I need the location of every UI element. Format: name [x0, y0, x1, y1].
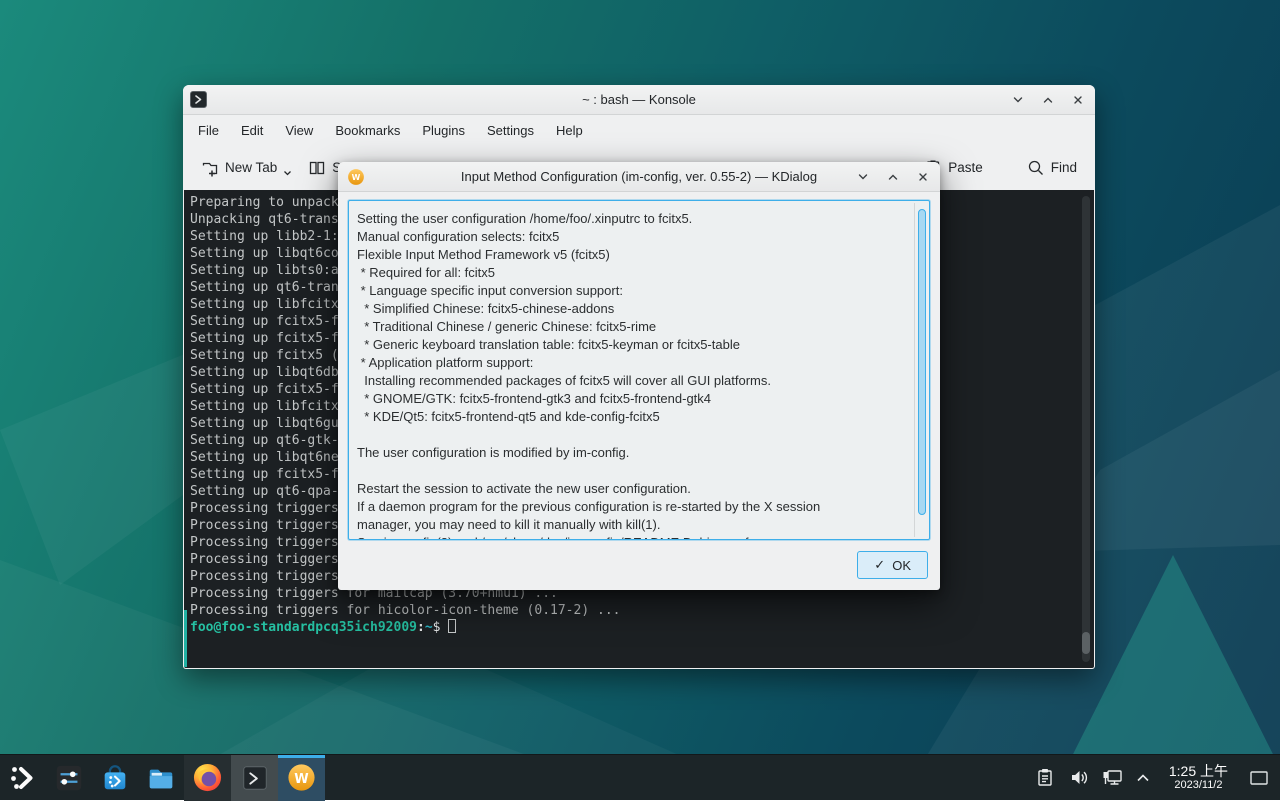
ok-button[interactable]: ✓ OK	[857, 551, 928, 579]
kdialog-w-icon: W	[286, 762, 317, 793]
check-icon: ✓	[874, 557, 885, 573]
dialog-message-line	[357, 426, 905, 444]
discover-icon	[100, 763, 130, 793]
dolphin-file-manager-icon	[146, 763, 176, 793]
paste-label: Paste	[948, 160, 983, 175]
dialog-message-line: If a daemon program for the previous con…	[357, 498, 905, 516]
prompt-directory: ~	[425, 620, 433, 635]
dialog-message-line	[357, 462, 905, 480]
dolphin-button[interactable]	[138, 755, 184, 801]
dialog-message-text: Setting the user configuration /home/foo…	[349, 201, 905, 540]
discover-button[interactable]	[92, 755, 138, 801]
dialog-message-line: * GNOME/GTK: fcitx5-frontend-gtk3 and fc…	[357, 390, 905, 408]
terminal-activity-indicator	[184, 610, 187, 667]
menu-help[interactable]: Help	[545, 118, 594, 143]
taskbar-konsole-task[interactable]	[231, 755, 278, 801]
new-tab-dropdown-icon	[283, 169, 292, 177]
menu-plugins[interactable]: Plugins	[411, 118, 476, 143]
dialog-scrollbar-thumb[interactable]	[918, 209, 926, 515]
svg-text:W: W	[294, 772, 308, 787]
dialog-window-title: Input Method Configuration (im-config, v…	[338, 169, 940, 184]
prompt-symbol: $	[433, 620, 441, 635]
konsole-window-controls	[1009, 85, 1087, 115]
dialog-message-line: * KDE/Qt5: fcitx5-frontend-qt5 and kde-c…	[357, 408, 905, 426]
dialog-message-line: manager, you may need to kill it manuall…	[357, 516, 905, 534]
konsole-app-icon	[190, 91, 207, 108]
network-tray-icon[interactable]	[1101, 766, 1125, 790]
terminal-scrollbar-thumb[interactable]	[1082, 632, 1090, 654]
menu-edit[interactable]: Edit	[230, 118, 274, 143]
dialog-message-line: * Simplified Chinese: fcitx5-chinese-add…	[357, 300, 905, 318]
maximize-icon[interactable]	[1039, 91, 1057, 109]
dialog-message-line: Manual configuration selects: fcitx5	[357, 228, 905, 246]
new-tab-icon	[201, 159, 219, 177]
dialog-message-line: * Application platform support:	[357, 354, 905, 372]
ok-button-label: OK	[892, 558, 911, 573]
digital-clock[interactable]: 1:25 上午 2023/11/2	[1161, 763, 1236, 792]
tray-expand-icon[interactable]	[1135, 766, 1151, 790]
svg-text:W: W	[352, 173, 361, 182]
dialog-scrollbar-separator	[914, 203, 915, 537]
app-launcher-button[interactable]	[0, 755, 46, 801]
taskbar: W	[0, 754, 1280, 800]
find-button[interactable]: Find	[1019, 152, 1085, 184]
find-label: Find	[1051, 160, 1077, 175]
close-icon[interactable]	[914, 168, 932, 186]
app-launcher-icon	[8, 763, 38, 793]
maximize-icon[interactable]	[884, 168, 902, 186]
system-tray: 1:25 上午 2023/11/2	[1033, 759, 1280, 797]
dialog-message-line: * Traditional Chinese / generic Chinese:…	[357, 318, 905, 336]
dialog-message-line: Installing recommended packages of fcitx…	[357, 372, 905, 390]
prompt-user: foo@foo-standardpcq35ich92009	[190, 620, 417, 635]
menu-bookmarks[interactable]: Bookmarks	[324, 118, 411, 143]
dialog-message-line: See im-config(8) and /usr/share/doc/im-c…	[357, 534, 905, 540]
dialog-message-line: * Language specific input conversion sup…	[357, 282, 905, 300]
show-desktop-button[interactable]	[1246, 759, 1272, 797]
clipboard-tray-icon[interactable]	[1033, 766, 1057, 790]
terminal-cursor	[448, 619, 456, 633]
konsole-titlebar[interactable]: ~ : bash — Konsole	[183, 85, 1095, 115]
dialog-message-line: Setting the user configuration /home/foo…	[357, 210, 905, 228]
konsole-menu-bar: FileEditViewBookmarksPluginsSettingsHelp	[183, 115, 1095, 145]
konsole-icon	[240, 763, 270, 793]
dialog-app-icon: W	[347, 168, 365, 186]
menu-file[interactable]: File	[187, 118, 230, 143]
terminal-line: Processing triggers for hicolor-icon-the…	[190, 602, 1094, 619]
im-config-dialog: W Input Method Configuration (im-config,…	[338, 162, 940, 590]
taskbar-kdialog-task[interactable]: W	[278, 755, 325, 801]
dialog-message-line: The user configuration is modified by im…	[357, 444, 905, 462]
firefox-icon	[192, 762, 223, 793]
dialog-message-line: * Generic keyboard translation table: fc…	[357, 336, 905, 354]
minimize-icon[interactable]	[854, 168, 872, 186]
split-view-icon	[308, 159, 326, 177]
clock-time: 1:25 上午	[1169, 763, 1228, 779]
find-icon	[1027, 159, 1045, 177]
dialog-titlebar[interactable]: W Input Method Configuration (im-config,…	[338, 162, 940, 192]
dialog-message-line: * Required for all: fcitx5	[357, 264, 905, 282]
system-settings-icon	[54, 763, 84, 793]
dialog-message-line: Flexible Input Method Framework v5 (fcit…	[357, 246, 905, 264]
terminal-prompt-line: foo@foo-standardpcq35ich92009:~$	[190, 619, 1094, 636]
new-tab-button[interactable]: New Tab	[193, 152, 300, 184]
dialog-window-controls	[854, 162, 932, 192]
clock-date: 2023/11/2	[1169, 779, 1228, 792]
dialog-message-scrollarea[interactable]: Setting the user configuration /home/foo…	[348, 200, 930, 540]
menu-settings[interactable]: Settings	[476, 118, 545, 143]
system-settings-button[interactable]	[46, 755, 92, 801]
dialog-message-line: Restart the session to activate the new …	[357, 480, 905, 498]
menu-view[interactable]: View	[274, 118, 324, 143]
volume-tray-icon[interactable]	[1067, 766, 1091, 790]
new-tab-label: New Tab	[225, 160, 277, 175]
close-icon[interactable]	[1069, 91, 1087, 109]
taskbar-firefox-task[interactable]	[184, 755, 231, 801]
konsole-window-title: ~ : bash — Konsole	[183, 92, 1095, 107]
prompt-separator: :	[417, 620, 425, 635]
minimize-icon[interactable]	[1009, 91, 1027, 109]
terminal-scrollbar-track[interactable]	[1082, 196, 1090, 662]
